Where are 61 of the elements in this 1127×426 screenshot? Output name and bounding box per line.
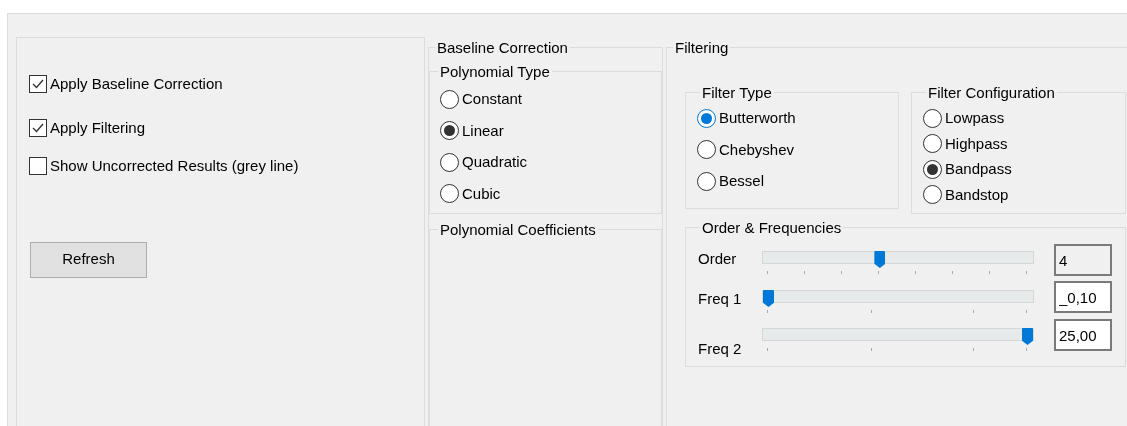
slider-label: Freq 2 — [698, 341, 742, 356]
value-field[interactable]: 25,00 — [1054, 319, 1112, 351]
radio-option[interactable]: Quadratic — [440, 151, 661, 174]
group-title: Filter Configuration — [926, 85, 1057, 100]
tick-mark — [878, 271, 879, 274]
radio-option[interactable]: Bandpass — [923, 158, 1125, 181]
refresh-button[interactable]: Refresh — [30, 241, 147, 278]
checkbox[interactable] — [29, 118, 47, 137]
radio-option[interactable]: Highpass — [923, 132, 1125, 155]
group-title: Filtering — [673, 40, 731, 55]
radio-button[interactable] — [440, 121, 459, 141]
tick-mark — [804, 271, 805, 274]
tick-mark — [870, 348, 872, 351]
radio-button[interactable] — [440, 152, 459, 172]
group-title: Polynomial Type — [438, 64, 552, 79]
checkbox-option[interactable]: Apply Baseline Correction — [29, 73, 223, 96]
radio-button[interactable] — [697, 140, 716, 160]
tick-mark — [767, 310, 768, 313]
checkbox-option[interactable]: Apply Filtering — [29, 116, 146, 139]
slider-thumb[interactable] — [1022, 328, 1033, 345]
checkbox-option[interactable]: Show Uncorrected Results (grey line) — [29, 155, 299, 178]
radio-button[interactable] — [923, 108, 942, 128]
tick-mark — [1026, 310, 1027, 313]
radio-option[interactable]: Linear — [440, 119, 661, 142]
tick-mark — [767, 348, 768, 351]
radio-button[interactable] — [923, 159, 942, 179]
checkbox[interactable] — [29, 157, 47, 176]
radio-option[interactable]: Bandstop — [923, 183, 1125, 206]
group-title: Polynomial Coefficients — [438, 222, 598, 237]
checkbox[interactable] — [29, 75, 47, 94]
slider-thumb[interactable] — [763, 290, 774, 307]
tick-mark — [973, 310, 975, 313]
group-title: Filter Type — [700, 85, 774, 100]
tick-mark — [952, 271, 953, 274]
tick-mark — [767, 271, 768, 274]
radio-button[interactable] — [697, 171, 716, 191]
tick-mark — [1026, 348, 1027, 351]
radio-option[interactable]: Chebyshev — [697, 138, 898, 161]
radio-button[interactable] — [440, 89, 459, 109]
slider-label: Freq 1 — [698, 291, 742, 306]
tick-mark — [989, 271, 990, 274]
radio-button[interactable] — [923, 134, 942, 154]
radio-option[interactable]: Constant — [440, 88, 661, 111]
radio-option[interactable]: Cubic — [440, 182, 661, 205]
slider-label: Order — [698, 251, 737, 266]
radio-option[interactable]: Lowpass — [923, 107, 1125, 130]
slider-thumb[interactable] — [874, 251, 886, 268]
radio-option[interactable]: Butterworth — [697, 107, 898, 130]
tick-mark — [841, 271, 842, 274]
radio-button[interactable] — [697, 108, 716, 128]
group-title: Baseline Correction — [435, 40, 570, 55]
tick-mark — [1026, 271, 1027, 274]
tick-mark — [973, 348, 975, 351]
group-title: Order & Frequencies — [700, 220, 844, 235]
radio-option[interactable]: Bessel — [697, 170, 898, 193]
tick-mark — [870, 310, 872, 313]
value-field[interactable]: 4 — [1054, 244, 1112, 276]
value-field[interactable]: _0,10 — [1054, 281, 1112, 313]
radio-button[interactable] — [440, 184, 459, 204]
tick-mark — [915, 271, 916, 274]
radio-button[interactable] — [923, 185, 942, 205]
